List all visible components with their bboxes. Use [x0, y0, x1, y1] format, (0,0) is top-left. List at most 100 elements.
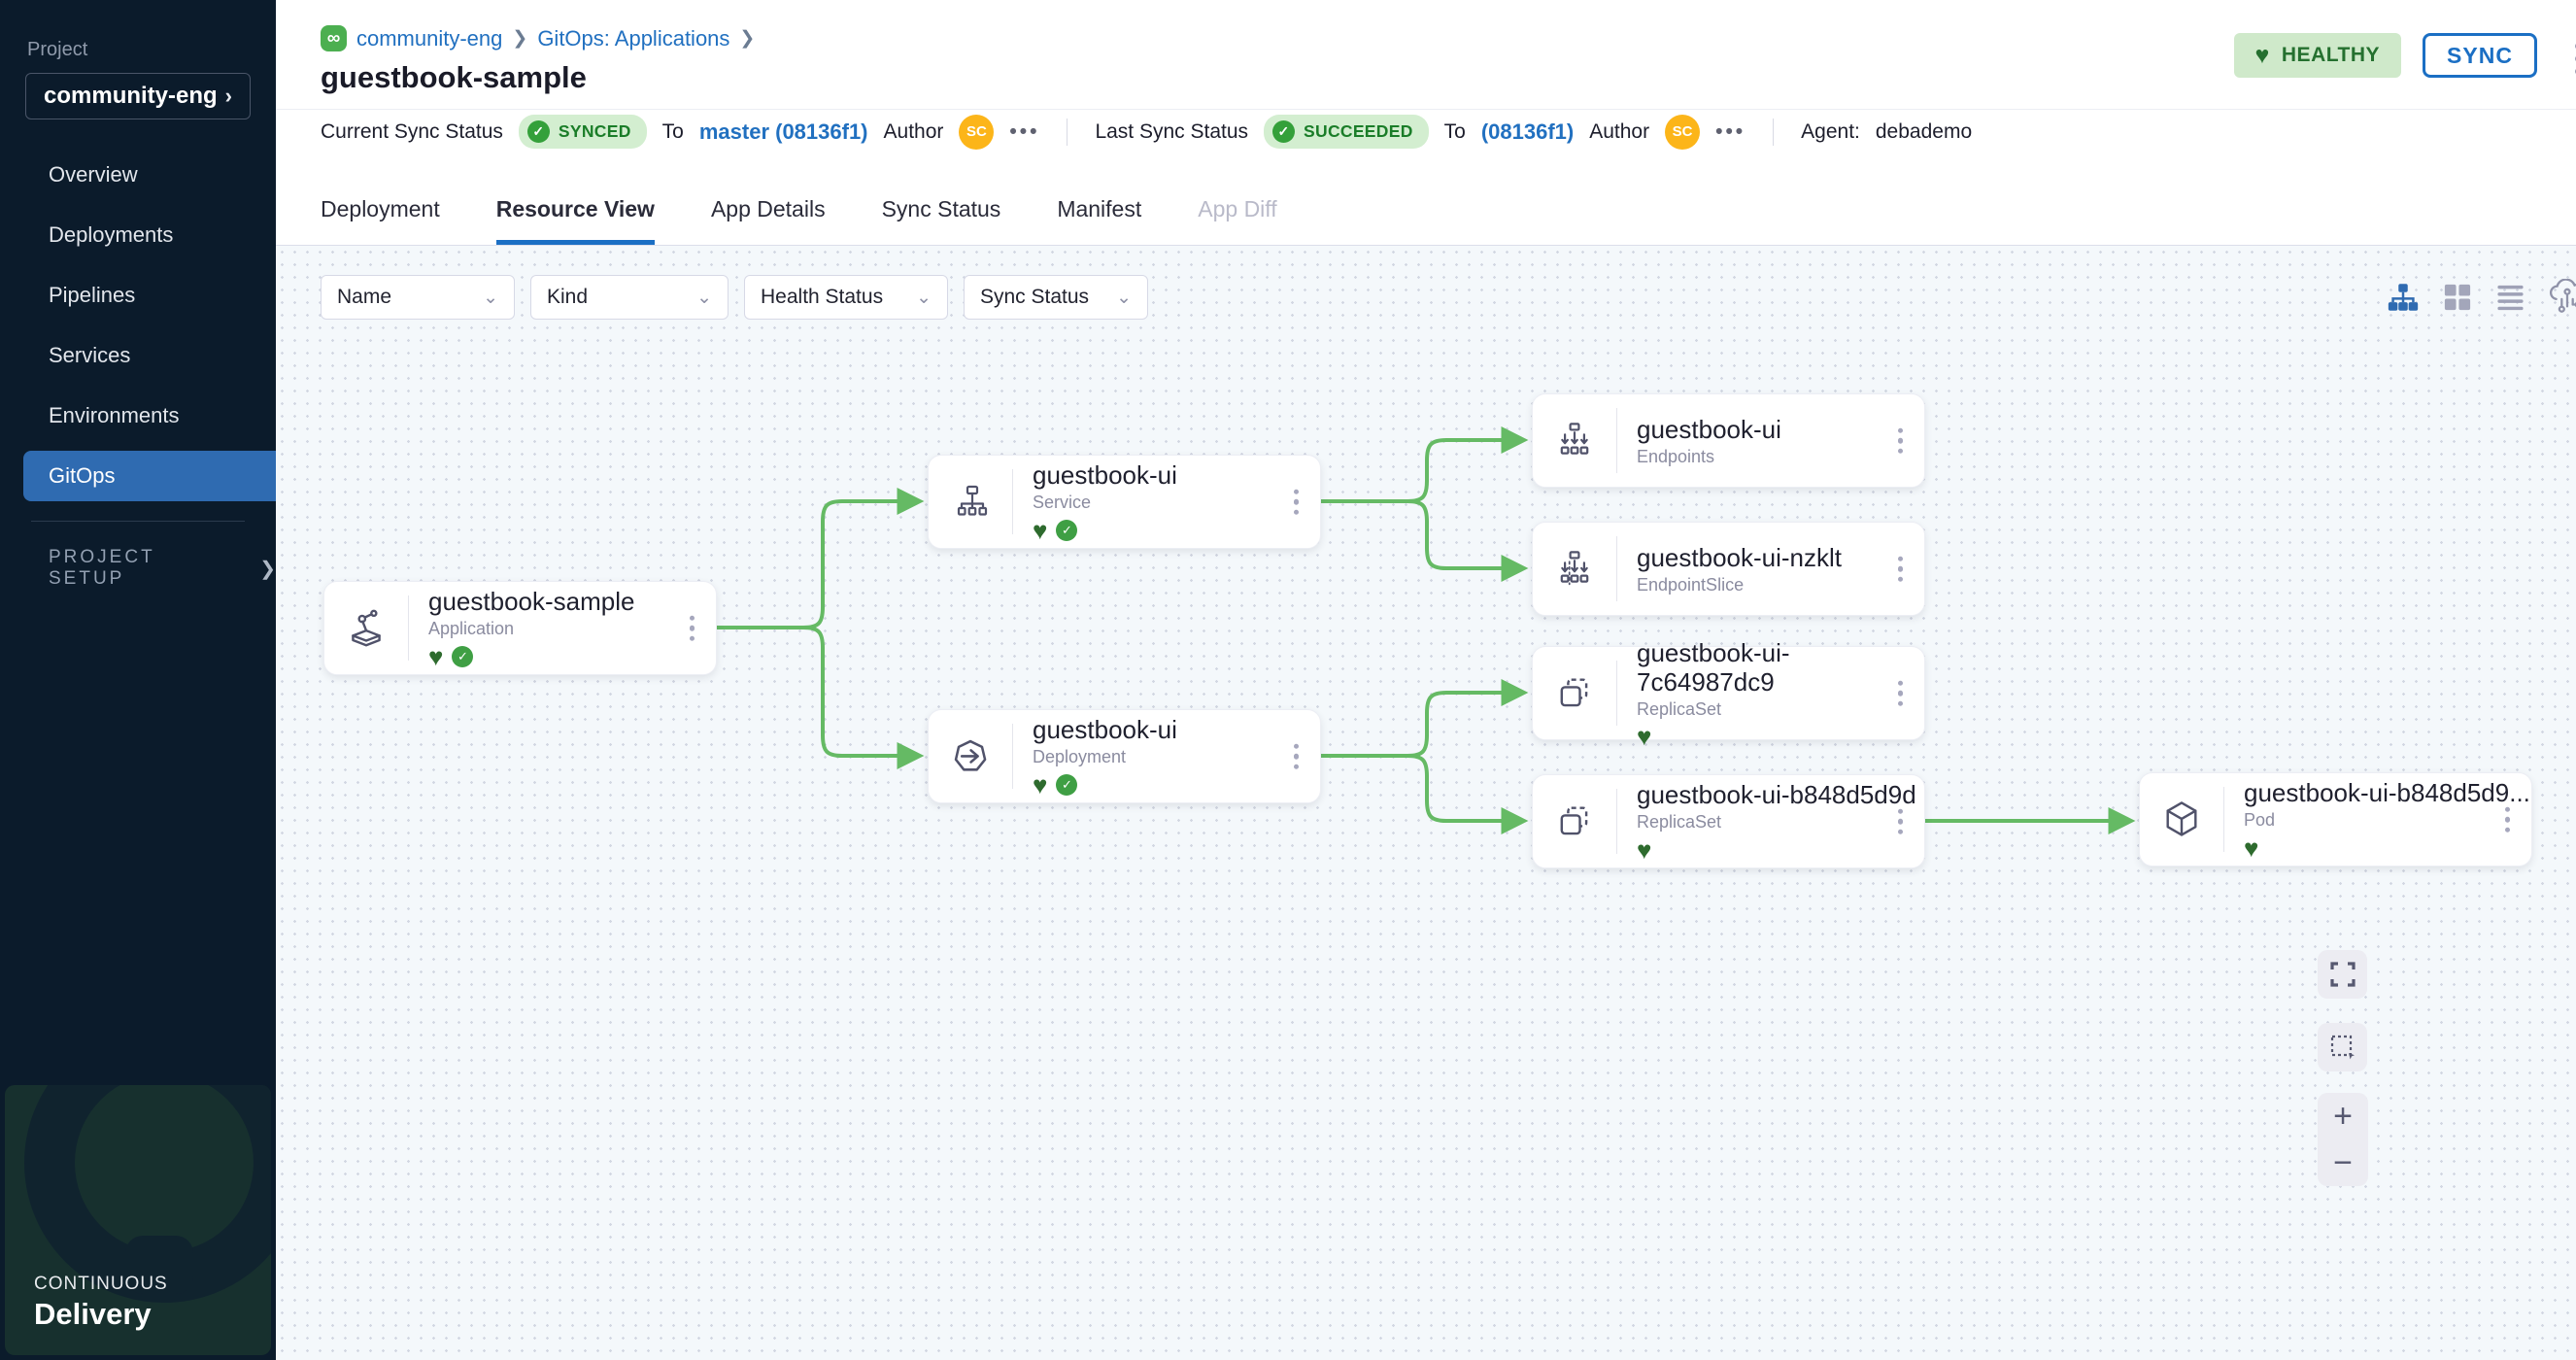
node-title: guestbook-sample — [428, 587, 716, 616]
node-menu-button[interactable] — [1892, 422, 1910, 459]
chevron-down-icon: ⌄ — [483, 287, 498, 309]
node-kind: Pod — [2244, 810, 2531, 831]
node-kind: Deployment — [1033, 747, 1320, 767]
project-selector[interactable]: community-eng › — [25, 73, 251, 119]
node-title: guestbook-ui-7c64987dc9 — [1637, 638, 1924, 697]
brand-continuous: CONTINUOUS — [34, 1274, 168, 1295]
sidebar-item-pipelines[interactable]: Pipelines — [0, 265, 276, 325]
tab-app-details[interactable]: App Details — [711, 196, 826, 245]
graph-node-endpoints[interactable]: guestbook-ui Endpoints — [1532, 393, 1925, 488]
last-revision-link[interactable]: (08136f1) — [1481, 119, 1574, 145]
sidebar-item-overview[interactable]: Overview — [0, 145, 276, 205]
graph-node-service[interactable]: guestbook-ui Service ♥ ✓ — [928, 455, 1321, 549]
sidebar-item-environments[interactable]: Environments — [0, 386, 276, 446]
graph-node-pod[interactable]: guestbook-ui-b848d5d9... Pod ♥ — [2139, 772, 2532, 867]
agent-value: debademo — [1876, 120, 1972, 144]
tab-resource-view[interactable]: Resource View — [496, 196, 655, 245]
node-menu-button[interactable] — [684, 609, 701, 647]
filter-kind-dropdown[interactable]: Kind⌄ — [530, 275, 729, 320]
last-sync-status-label: Last Sync Status — [1095, 120, 1248, 144]
node-menu-button[interactable] — [1892, 674, 1910, 712]
node-kind: ReplicaSet — [1637, 699, 1924, 720]
sidebar-item-gitops[interactable]: GitOps — [23, 451, 276, 501]
node-title: guestbook-ui-b848d5d9d — [1637, 780, 1924, 809]
node-menu-button[interactable] — [1892, 550, 1910, 588]
commit-more-button[interactable]: ••• — [1009, 120, 1039, 144]
health-heart-icon: ♥ — [428, 645, 443, 668]
tab-deployment[interactable]: Deployment — [321, 196, 440, 245]
breadcrumb: ∞ community-eng ❯ GitOps: Applications ❯ — [321, 25, 2537, 51]
sidebar-item-services[interactable]: Services — [0, 325, 276, 386]
health-heart-icon: ♥ — [1637, 725, 1651, 748]
filter-sync-status-dropdown[interactable]: Sync Status⌄ — [964, 275, 1148, 320]
zoom-out-button[interactable]: − — [2318, 1139, 2368, 1186]
graph-node-deployment[interactable]: guestbook-ui Deployment ♥ ✓ — [928, 709, 1321, 803]
health-heart-icon: ♥ — [1033, 519, 1047, 542]
graph-node-replicaset-b848d5d9d[interactable]: guestbook-ui-b848d5d9d ReplicaSet ♥ — [1532, 774, 1925, 868]
page-header: ∞ community-eng ❯ GitOps: Applications ❯… — [276, 0, 2576, 109]
sync-check-icon: ✓ — [1056, 774, 1077, 796]
commit-more-button[interactable]: ••• — [1715, 120, 1746, 144]
chevron-down-icon: ⌄ — [1116, 287, 1132, 309]
graph-node-application[interactable]: guestbook-sample Application ♥ ✓ — [323, 581, 717, 675]
node-kind: ReplicaSet — [1637, 812, 1924, 833]
health-heart-icon: ♥ — [1033, 773, 1047, 797]
to-label: To — [1444, 120, 1466, 144]
resource-graph-canvas[interactable]: Name⌄ Kind⌄ Health Status⌄ Sync Status⌄ — [276, 246, 2576, 1360]
graph-node-replicaset-7c64987dc9[interactable]: guestbook-ui-7c64987dc9 ReplicaSet ♥ — [1532, 646, 1925, 740]
node-title: guestbook-ui-b848d5d9... — [2244, 778, 2531, 807]
service-icon — [929, 456, 1012, 548]
sidebar-divider — [31, 521, 245, 522]
breadcrumb-section-link[interactable]: GitOps: Applications — [537, 26, 729, 51]
list-view-button[interactable] — [2493, 281, 2526, 313]
tab-sync-status[interactable]: Sync Status — [882, 196, 1001, 245]
author-avatar[interactable]: SC — [1665, 115, 1700, 150]
heart-icon: ♥ — [2255, 42, 2270, 70]
status-divider — [1773, 119, 1774, 146]
zoom-in-button[interactable]: + — [2318, 1093, 2368, 1139]
node-menu-button[interactable] — [2499, 800, 2517, 838]
replicaset-icon — [1533, 647, 1616, 739]
node-menu-button[interactable] — [1288, 737, 1305, 775]
check-circle-icon: ✓ — [527, 120, 550, 143]
gitops-logo-icon: ∞ — [321, 25, 347, 51]
succeeded-badge: ✓ SUCCEEDED — [1264, 115, 1429, 149]
fullscreen-button[interactable] — [2318, 950, 2367, 999]
current-sync-status-label: Current Sync Status — [321, 120, 503, 144]
sync-check-icon: ✓ — [1056, 520, 1077, 541]
project-selector-value: community-eng — [44, 83, 218, 110]
grid-view-button[interactable] — [2441, 281, 2473, 313]
breadcrumb-project-link[interactable]: community-eng — [356, 26, 502, 51]
health-heart-icon: ♥ — [2244, 836, 2258, 860]
agent-label: Agent: — [1801, 120, 1860, 144]
health-status-badge: ♥ HEALTHY — [2234, 33, 2401, 78]
deployment-icon — [929, 710, 1012, 802]
current-revision-link[interactable]: master (08136f1) — [699, 119, 868, 145]
tab-app-diff: App Diff — [1198, 196, 1276, 245]
tab-manifest[interactable]: Manifest — [1057, 196, 1141, 245]
brand-delivery: Delivery — [34, 1297, 168, 1332]
page-title: guestbook-sample — [321, 60, 2537, 95]
check-circle-icon: ✓ — [1272, 120, 1295, 143]
sidebar-item-deployments[interactable]: Deployments — [0, 205, 276, 265]
agent-map-button[interactable] — [2547, 279, 2576, 314]
chevron-right-icon: › — [225, 84, 232, 109]
node-menu-button[interactable] — [1892, 802, 1910, 840]
filter-health-status-dropdown[interactable]: Health Status⌄ — [744, 275, 948, 320]
node-menu-button[interactable] — [1288, 483, 1305, 521]
chevron-down-icon: ⌄ — [916, 287, 932, 309]
tree-view-button[interactable] — [2386, 281, 2421, 313]
graph-node-endpointslice[interactable]: guestbook-ui-nzklt EndpointSlice — [1532, 522, 1925, 616]
sync-button[interactable]: SYNC — [2423, 33, 2537, 78]
node-title: guestbook-ui — [1033, 460, 1320, 490]
author-avatar[interactable]: SC — [959, 115, 994, 150]
marquee-select-button[interactable] — [2318, 1023, 2367, 1071]
main-panel: ∞ community-eng ❯ GitOps: Applications ❯… — [276, 0, 2576, 1360]
status-bar: Current Sync Status ✓ SYNCED To master (… — [276, 109, 2576, 153]
filter-name-dropdown[interactable]: Name⌄ — [321, 275, 515, 320]
application-icon — [324, 582, 408, 674]
project-setup-toggle[interactable]: PROJECT SETUP ❯︎ — [49, 547, 276, 590]
sidebar-nav: Overview Deployments Pipelines Services … — [0, 145, 276, 501]
tab-bar: Deployment Resource View App Details Syn… — [276, 153, 2576, 246]
author-label: Author — [884, 120, 944, 144]
